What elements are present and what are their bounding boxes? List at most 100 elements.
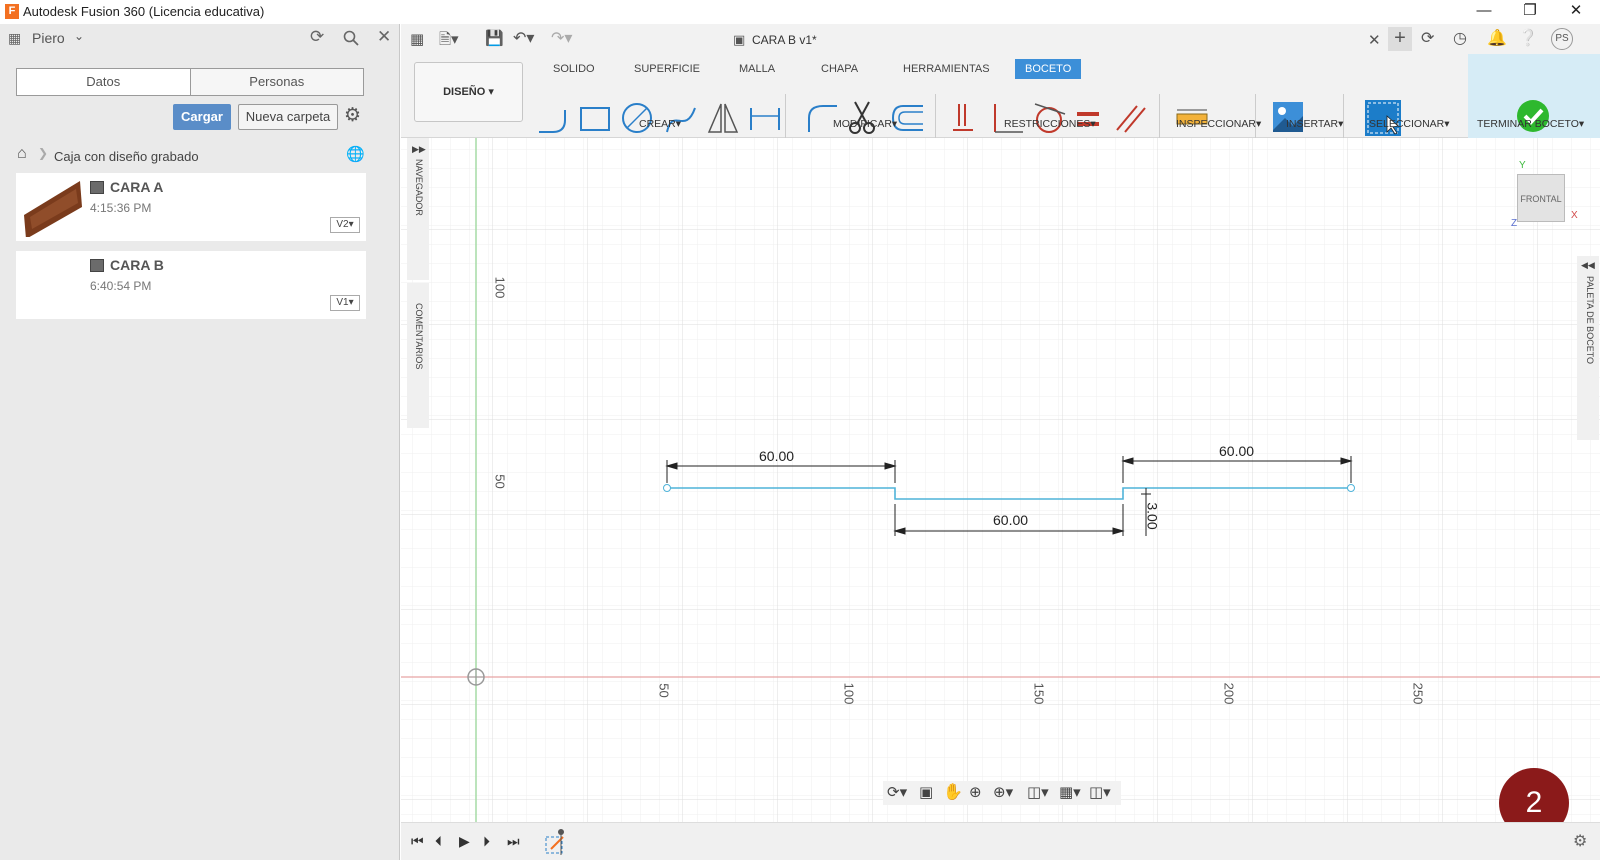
help-icon[interactable]: ❔ <box>1518 28 1538 48</box>
view-cube[interactable]: FRONTAL Y X Z <box>1511 160 1581 232</box>
display-settings-icon[interactable]: ◫▾ <box>1027 783 1049 801</box>
sketch-timeline-icon[interactable] <box>543 829 571 857</box>
extensions-icon[interactable]: ⟳ <box>1421 28 1434 48</box>
navigator-label: NAVEGADOR <box>414 159 424 216</box>
dimension-value[interactable]: 60.00 <box>1219 443 1254 459</box>
line-tool-icon[interactable] <box>535 102 571 136</box>
new-folder-button[interactable]: Nueva carpeta <box>238 104 338 130</box>
globe-icon[interactable]: 🌐 <box>346 145 365 163</box>
data-panel: ▦ Piero ⌄ ⟳ ✕ Datos Personas Cargar Nuev… <box>0 24 400 860</box>
axis-label: 200 <box>1221 682 1237 705</box>
tab-solido[interactable]: SOLIDO <box>553 59 595 79</box>
dimension-value[interactable]: 3.00 <box>1145 502 1161 529</box>
document-tab[interactable]: ▣ CARA B v1* ✕ <box>596 28 1386 54</box>
title-bar: F Autodesk Fusion 360 (Licencia educativ… <box>0 0 1600 24</box>
grid-settings-icon[interactable]: ▦▾ <box>1059 783 1081 801</box>
redo-icon[interactable]: ↷▾ <box>551 28 572 48</box>
apps-grid-icon[interactable]: ▦ <box>410 30 424 48</box>
dimension-value[interactable]: 60.00 <box>993 512 1028 528</box>
refresh-icon[interactable]: ⟳ <box>310 27 324 47</box>
zoom-icon[interactable]: ⊕ <box>969 783 982 801</box>
chevron-down-icon[interactable]: ⌄ <box>74 29 84 43</box>
go-to-end-icon[interactable]: ⏭ <box>507 833 520 850</box>
user-name[interactable]: Piero <box>32 30 65 46</box>
tab-chapa[interactable]: CHAPA <box>821 59 858 79</box>
close-tab-icon[interactable]: ✕ <box>1368 31 1381 49</box>
window-title: Autodesk Fusion 360 (Licencia educativa) <box>23 4 265 19</box>
go-to-start-icon[interactable]: ⏮ <box>411 833 424 850</box>
group-inspeccionar[interactable]: INSPECCIONAR▾ <box>1176 118 1261 130</box>
upload-button[interactable]: Cargar <box>173 104 231 130</box>
version-dropdown[interactable]: V2▾ <box>330 217 360 233</box>
group-crear[interactable]: CREAR▾ <box>639 118 681 130</box>
collapse-icon[interactable]: ◀◀ <box>1581 260 1595 271</box>
axis-y-label: Y <box>1519 160 1526 171</box>
design-file-icon <box>90 259 104 272</box>
step-back-icon[interactable]: ⏴ <box>435 833 442 850</box>
horizontal-vertical-constraint-icon[interactable] <box>949 100 979 136</box>
user-avatar[interactable]: PS <box>1551 28 1573 50</box>
minimize-button[interactable]: — <box>1461 0 1507 24</box>
version-dropdown[interactable]: V1▾ <box>330 295 360 311</box>
sketch-grid <box>401 138 1600 824</box>
user-bar: ▦ Piero ⌄ ⟳ ✕ <box>0 24 400 54</box>
item-name: CARA B <box>110 257 164 273</box>
rectangle-tool-icon[interactable] <box>577 102 613 136</box>
axis-label: 250 <box>1410 682 1426 705</box>
apps-grid-icon[interactable]: ▦ <box>8 30 21 47</box>
timeline-settings-gear-icon[interactable]: ⚙ <box>1573 831 1587 851</box>
viewports-icon[interactable]: ◫▾ <box>1089 783 1111 801</box>
item-time: 6:40:54 PM <box>90 279 152 293</box>
fusion-app-icon: F <box>5 4 19 19</box>
save-icon[interactable]: 💾 <box>485 29 504 47</box>
navigator-panel[interactable]: ▶▶ NAVEGADOR <box>407 138 429 280</box>
tab-datos[interactable]: Datos <box>17 69 191 95</box>
close-panel-icon[interactable]: ✕ <box>377 27 391 47</box>
pan-icon[interactable]: ✋ <box>943 782 963 802</box>
tab-superficie[interactable]: SUPERFICIE <box>634 59 700 79</box>
group-insertar[interactable]: INSERTAR▾ <box>1286 118 1343 130</box>
list-item[interactable]: CARA B 6:40:54 PM V1▾ <box>16 251 366 319</box>
breadcrumb[interactable]: Caja con diseño grabado <box>54 149 199 164</box>
look-at-icon[interactable]: ▣ <box>919 783 933 801</box>
dimension-tool-icon[interactable] <box>747 100 783 136</box>
play-icon[interactable]: ▶ <box>459 833 470 850</box>
breadcrumb-chevron-icon: ❯ <box>38 146 49 160</box>
group-restricciones[interactable]: RESTRICCIONES▾ <box>1004 118 1096 130</box>
sketch-palette-panel[interactable]: ◀◀ PALETA DE BOCETO <box>1577 256 1599 440</box>
settings-gear-icon[interactable]: ⚙ <box>344 104 361 127</box>
mirror-tool-icon[interactable] <box>705 100 741 136</box>
tab-boceto[interactable]: BOCETO <box>1015 59 1082 79</box>
axis-label: 50 <box>492 474 508 489</box>
home-icon[interactable]: ⌂ <box>17 145 27 163</box>
view-cube-face[interactable]: FRONTAL <box>1517 174 1565 222</box>
group-seleccionar[interactable]: SELECCIONAR▾ <box>1369 118 1450 130</box>
dimension-value[interactable]: 60.00 <box>759 448 794 464</box>
job-status-icon[interactable]: ◷ <box>1453 28 1467 48</box>
parallel-constraint-icon[interactable] <box>1113 100 1149 136</box>
step-forward-icon[interactable]: ⏵ <box>483 833 490 850</box>
search-icon[interactable] <box>343 30 359 46</box>
item-name: CARA A <box>110 179 164 195</box>
comments-panel[interactable]: COMENTARIOS <box>407 283 429 428</box>
expand-icon[interactable]: ▶▶ <box>412 144 426 155</box>
close-window-button[interactable]: ✕ <box>1553 0 1599 24</box>
notifications-icon[interactable]: 🔔 <box>1487 28 1507 48</box>
tab-personas[interactable]: Personas <box>191 69 364 95</box>
file-menu-icon[interactable]: 🗎▾ <box>439 29 459 54</box>
zoom-window-icon[interactable]: ⊕▾ <box>993 783 1013 801</box>
comments-label: COMENTARIOS <box>414 303 424 370</box>
tab-malla[interactable]: MALLA <box>739 59 775 79</box>
sketch-canvas[interactable]: 100 50 50 100 150 200 250 60.00 60.00 60… <box>401 138 1600 824</box>
list-item[interactable]: CARA A 4:15:36 PM V2▾ <box>16 173 366 241</box>
axis-label: 100 <box>492 276 508 299</box>
group-terminar-boceto[interactable]: TERMINAR BOCETO▾ <box>1477 118 1584 130</box>
workspace-dropdown[interactable]: DISEÑO ▾ <box>414 62 523 122</box>
group-modificar[interactable]: MODIFICAR▾ <box>833 118 897 130</box>
tab-herramientas[interactable]: HERRAMIENTAS <box>903 59 990 79</box>
maximize-button[interactable]: ❐ <box>1507 0 1553 24</box>
new-tab-button[interactable]: + <box>1388 27 1412 51</box>
axis-z-label: Z <box>1511 218 1518 229</box>
orbit-icon[interactable]: ⟳▾ <box>887 783 907 801</box>
undo-icon[interactable]: ↶▾ <box>513 28 534 48</box>
